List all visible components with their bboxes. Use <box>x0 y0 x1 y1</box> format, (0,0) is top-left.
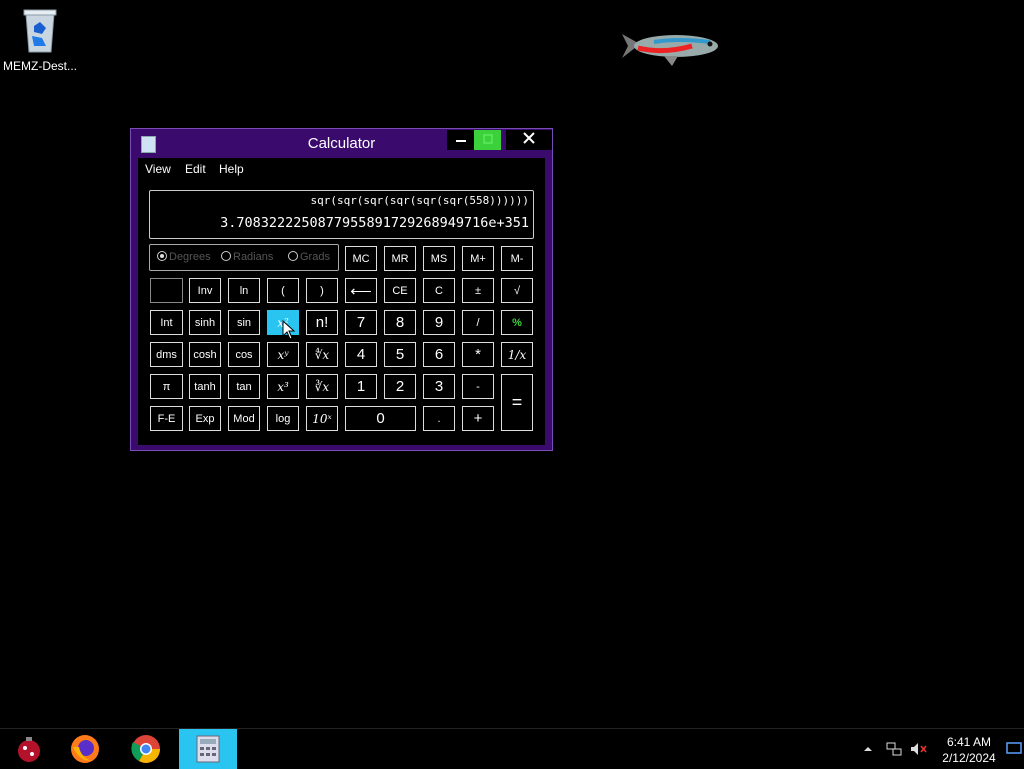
key-ce[interactable]: CE <box>384 278 416 303</box>
key-mplus[interactable]: M+ <box>462 246 494 271</box>
taskbar-calculator[interactable] <box>179 729 237 769</box>
taskbar-firefox[interactable] <box>56 729 114 769</box>
key-rparen[interactable]: ) <box>306 278 338 303</box>
calculator-icon <box>196 735 220 763</box>
key-reciprocal[interactable]: 1/x <box>501 342 533 367</box>
radio-radians[interactable]: Radians <box>221 251 273 263</box>
key-multiply[interactable]: * <box>462 342 494 367</box>
minimize-icon <box>455 140 466 142</box>
result-text: 3.7083222250877955891729268949716e+351 <box>220 215 529 231</box>
maximize-button[interactable] <box>474 130 501 150</box>
maximize-icon <box>482 134 493 144</box>
ornament-icon <box>18 737 40 762</box>
key-sqrt[interactable]: √ <box>501 278 533 303</box>
key-2[interactable]: 2 <box>384 374 416 399</box>
calculator-body: View Edit Help sqr(sqr(sqr(sqr(sqr(sqr(5… <box>138 158 545 445</box>
radio-unselected-icon <box>221 251 231 261</box>
network-icon[interactable] <box>886 729 902 769</box>
radio-grads[interactable]: Grads <box>288 251 330 263</box>
menu-bar: View Edit Help <box>138 158 545 180</box>
key-backspace[interactable]: ⟵ <box>345 278 377 303</box>
key-mr[interactable]: MR <box>384 246 416 271</box>
key-power[interactable]: xʸ <box>267 342 299 367</box>
firefox-icon <box>71 735 99 763</box>
clock-time: 6:41 AM <box>946 735 992 749</box>
key-cosh[interactable]: cosh <box>189 342 221 367</box>
key-factorial[interactable]: n! <box>306 310 338 335</box>
key-ms[interactable]: MS <box>423 246 455 271</box>
fish-image <box>614 24 724 73</box>
key-7[interactable]: 7 <box>345 310 377 335</box>
key-tanh[interactable]: tanh <box>189 374 221 399</box>
clock-date: 2/12/2024 <box>942 751 996 765</box>
key-c[interactable]: C <box>423 278 455 303</box>
key-cube[interactable]: x³ <box>267 374 299 399</box>
clock[interactable]: 6:41 AM 2/12/2024 <box>936 734 1002 766</box>
taskbar: 6:41 AM 2/12/2024 <box>0 728 1024 769</box>
key-dms[interactable]: dms <box>150 342 183 367</box>
taskbar-chrome[interactable] <box>117 729 175 769</box>
key-inv[interactable]: Inv <box>189 278 221 303</box>
key-pi[interactable]: π <box>150 374 183 399</box>
key-mc[interactable]: MC <box>345 246 377 271</box>
key-divide[interactable]: / <box>462 310 494 335</box>
key-equals[interactable]: = <box>501 374 533 431</box>
key-5[interactable]: 5 <box>384 342 416 367</box>
key-sin[interactable]: sin <box>228 310 260 335</box>
radio-selected-icon <box>157 251 167 261</box>
key-tan[interactable]: tan <box>228 374 260 399</box>
notification-icon[interactable] <box>1006 729 1022 769</box>
radio-degrees[interactable]: Degrees <box>157 251 211 263</box>
key-3[interactable]: 3 <box>423 374 455 399</box>
key-fe[interactable]: F-E <box>150 406 183 431</box>
menu-view[interactable]: View <box>145 162 171 176</box>
key-sinh[interactable]: sinh <box>189 310 221 335</box>
key-percent[interactable]: % <box>501 310 533 335</box>
desktop-icon-recycle-bin[interactable]: MEMZ-Dest... <box>0 6 80 73</box>
key-lparen[interactable]: ( <box>267 278 299 303</box>
key-4[interactable]: 4 <box>345 342 377 367</box>
menu-edit[interactable]: Edit <box>185 162 206 176</box>
angle-mode-group: Degrees Radians Grads <box>149 244 339 271</box>
key-blank <box>150 278 183 303</box>
recycle-bin-icon <box>20 6 60 56</box>
key-mminus[interactable]: M- <box>501 246 533 271</box>
menu-help[interactable]: Help <box>219 162 244 176</box>
key-0[interactable]: 0 <box>345 406 416 431</box>
key-yroot[interactable]: ∜x <box>306 342 338 367</box>
tray-expand-icon[interactable] <box>862 729 874 769</box>
radio-unselected-icon <box>288 251 298 261</box>
key-cuberoot[interactable]: ∛x <box>306 374 338 399</box>
chrome-icon <box>131 735 160 763</box>
key-minus[interactable]: - <box>462 374 494 399</box>
key-exp[interactable]: Exp <box>189 406 221 431</box>
key-tenpow[interactable]: 10ˣ <box>306 406 338 431</box>
title-bar[interactable]: Calculator <box>131 129 552 158</box>
close-icon <box>523 132 535 144</box>
key-plus[interactable]: + <box>462 406 494 431</box>
key-int[interactable]: Int <box>150 310 183 335</box>
volume-muted-icon[interactable] <box>910 729 928 769</box>
key-cos[interactable]: cos <box>228 342 260 367</box>
desktop-icon-label: MEMZ-Dest... <box>3 59 77 73</box>
taskbar-memz-app[interactable] <box>0 729 58 769</box>
expression-text: sqr(sqr(sqr(sqr(sqr(sqr(558)))))) <box>310 194 529 207</box>
key-6[interactable]: 6 <box>423 342 455 367</box>
key-log[interactable]: log <box>267 406 299 431</box>
key-mod[interactable]: Mod <box>228 406 260 431</box>
close-button[interactable] <box>506 130 552 150</box>
calculator-window: Calculator View Edit Help sqr(sqr(sqr(sq… <box>130 128 553 451</box>
key-8[interactable]: 8 <box>384 310 416 335</box>
minimize-button[interactable] <box>447 130 474 150</box>
key-decimal[interactable]: . <box>423 406 455 431</box>
key-1[interactable]: 1 <box>345 374 377 399</box>
key-ln[interactable]: ln <box>228 278 260 303</box>
display-panel: sqr(sqr(sqr(sqr(sqr(sqr(558)))))) 3.7083… <box>149 190 534 239</box>
key-plusminus[interactable]: ± <box>462 278 494 303</box>
key-9[interactable]: 9 <box>423 310 455 335</box>
